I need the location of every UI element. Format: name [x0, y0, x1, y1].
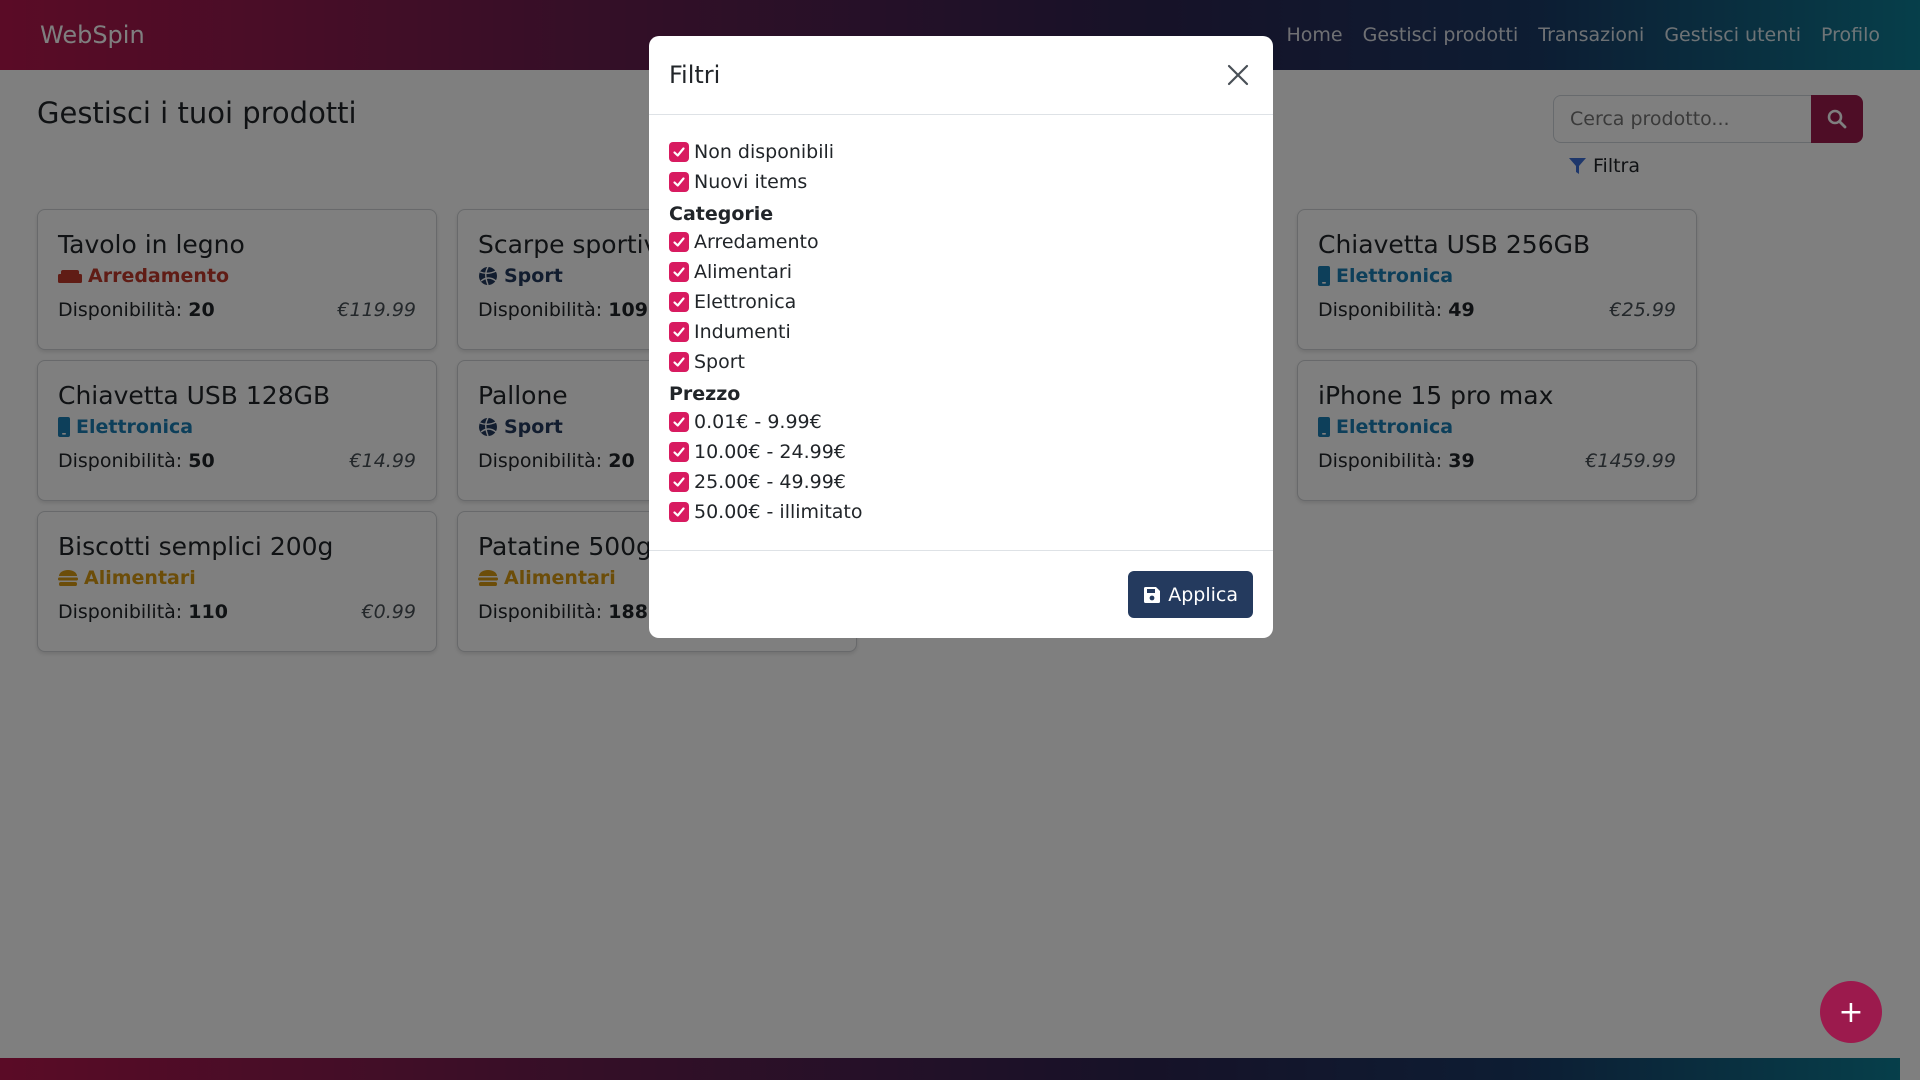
filter-option-category[interactable]: Arredamento	[669, 227, 1253, 257]
checkbox-label: 0.01€ - 9.99€	[694, 411, 822, 433]
filter-option-category[interactable]: Elettronica	[669, 287, 1253, 317]
checkbox-label: Non disponibili	[694, 141, 835, 163]
checkbox-label: Indumenti	[694, 321, 791, 343]
modal-header: Filtri	[649, 36, 1273, 115]
checkbox-checked[interactable]	[669, 142, 689, 162]
modal-footer: Applica	[649, 551, 1273, 638]
filter-option-general[interactable]: Nuovi items	[669, 167, 1253, 197]
checkbox-checked[interactable]	[669, 262, 689, 282]
filter-option-category[interactable]: Alimentari	[669, 257, 1253, 287]
apply-label: Applica	[1168, 583, 1238, 606]
checkbox-checked[interactable]	[669, 352, 689, 372]
checkbox-checked[interactable]	[669, 442, 689, 462]
save-icon	[1144, 586, 1161, 603]
checkbox-checked[interactable]	[669, 502, 689, 522]
modal-title: Filtri	[669, 61, 721, 89]
add-product-button[interactable]: +	[1820, 981, 1882, 1043]
checkbox-checked[interactable]	[669, 322, 689, 342]
filter-option-price[interactable]: 50.00€ - illimitato	[669, 497, 1253, 527]
filter-option-price[interactable]: 10.00€ - 24.99€	[669, 437, 1253, 467]
checkbox-label: 10.00€ - 24.99€	[694, 441, 846, 463]
filter-option-price[interactable]: 25.00€ - 49.99€	[669, 467, 1253, 497]
checkbox-label: Elettronica	[694, 291, 797, 313]
checkbox-label: Nuovi items	[694, 171, 808, 193]
filter-option-category[interactable]: Indumenti	[669, 317, 1253, 347]
close-icon	[1227, 64, 1249, 86]
filter-option-category[interactable]: Sport	[669, 347, 1253, 377]
checkbox-label: 50.00€ - illimitato	[694, 501, 863, 523]
filter-option-price[interactable]: 0.01€ - 9.99€	[669, 407, 1253, 437]
checkbox-checked[interactable]	[669, 292, 689, 312]
close-button[interactable]	[1223, 60, 1253, 90]
checkbox-label: Arredamento	[694, 231, 819, 253]
checkbox-label: Sport	[694, 351, 746, 373]
filter-modal: Filtri Non disponibili Nuovi items Categ…	[649, 36, 1273, 638]
categories-heading: Categorie	[669, 203, 774, 225]
modal-body: Non disponibili Nuovi items Categorie Ar…	[649, 115, 1273, 551]
apply-button[interactable]: Applica	[1128, 571, 1253, 618]
checkbox-checked[interactable]	[669, 472, 689, 492]
checkbox-checked[interactable]	[669, 232, 689, 252]
checkbox-label: Alimentari	[694, 261, 792, 283]
checkbox-checked[interactable]	[669, 412, 689, 432]
checkbox-checked[interactable]	[669, 172, 689, 192]
filter-option-general[interactable]: Non disponibili	[669, 137, 1253, 167]
price-heading: Prezzo	[669, 383, 741, 405]
checkbox-label: 25.00€ - 49.99€	[694, 471, 846, 493]
